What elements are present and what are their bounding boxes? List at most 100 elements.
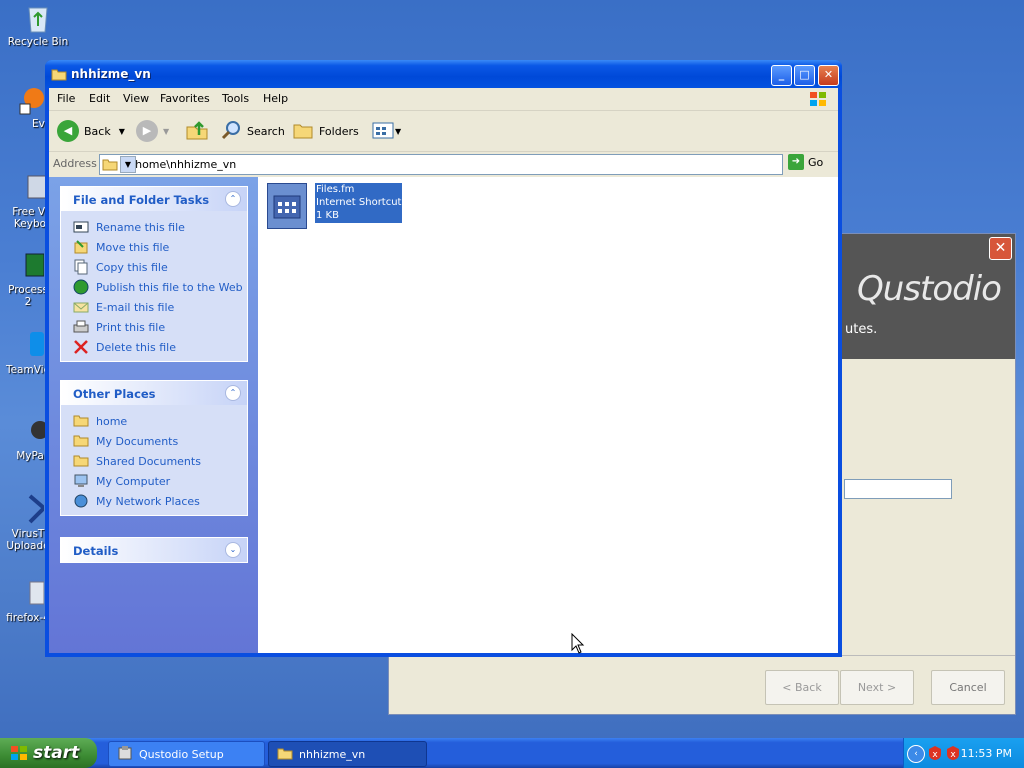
menu-favorites[interactable]: Favorites [160,92,210,105]
menu-file[interactable]: File [57,92,75,105]
security-alert-icon[interactable]: x [927,745,943,764]
task-email[interactable]: E-mail this file [73,297,247,317]
place-my-documents[interactable]: My Documents [73,431,247,451]
explorer-body: File Edit View Favorites Tools Help ◀ Ba… [49,88,838,654]
menu-view[interactable]: View [123,92,149,105]
menu-help[interactable]: Help [263,92,288,105]
folder-icon [73,433,89,449]
tray-expand-icon[interactable]: ‹ [907,745,925,763]
start-button[interactable]: start [0,738,97,768]
task-label: nhhizme_vn [299,747,366,761]
views-button[interactable]: ▼ [371,119,401,143]
task-rename[interactable]: Rename this file [73,217,247,237]
place-home[interactable]: home [73,411,247,431]
search-button[interactable]: Search [221,119,285,143]
mypa-icon [14,416,49,448]
panel-title: Other Places [73,387,156,401]
file-info: Files.fm Internet Shortcut 1 KB [315,183,403,223]
windows-logo-icon [10,745,28,766]
place-label: Shared Documents [96,454,201,468]
task-publish[interactable]: Publish this file to the Web [73,277,247,297]
task-label: Move this file [96,240,170,254]
address-input[interactable]: C:\home\nhhizme_vn ▼ [99,154,783,175]
go-button[interactable]: ➜ Go [788,154,823,170]
back-arrow-icon: ◀ [57,120,79,142]
windows-logo-icon [808,90,828,111]
qustodio-input-field[interactable] [844,479,952,499]
mouse-cursor-icon [571,632,585,658]
back-nav-button[interactable]: ◀ Back ▼ [57,119,125,143]
menu-tools[interactable]: Tools [222,92,249,105]
task-qustodio-setup[interactable]: Qustodio Setup [108,741,265,767]
up-folder-button[interactable] [185,119,209,143]
clock: 11:53 PM [960,747,1012,760]
process-icon [12,250,45,282]
other-places-panel: Other Places ⌃ home My Documents Shared … [60,380,248,516]
panel-title: File and Folder Tasks [73,193,210,207]
file-item[interactable]: Files.fm Internet Shortcut 1 KB [267,183,403,229]
task-explorer[interactable]: nhhizme_vn [268,741,427,767]
file-name: Files.fm [316,184,355,195]
globe-icon [73,279,89,295]
forward-nav-button[interactable]: ▶ ▼ [136,119,169,143]
folder-icon [73,453,89,469]
firefox-icon [12,578,45,610]
qustodio-close-button[interactable]: ✕ [989,237,1012,260]
back-button[interactable]: < Back [765,670,839,705]
task-label: Copy this file [96,260,168,274]
collapse-icon[interactable]: ⌃ [225,191,241,207]
maximize-button[interactable]: □ [794,65,815,86]
panel-title: Details [73,544,119,558]
folders-button[interactable]: Folders [292,119,359,143]
computer-icon [73,473,89,489]
folder-icon [102,157,118,174]
task-pane: File and Folder Tasks ⌃ Rename this file… [49,177,258,653]
go-arrow-icon: ➜ [788,154,804,170]
panel-header[interactable]: Other Places ⌃ [61,381,247,405]
task-move[interactable]: Move this file [73,237,247,257]
address-label: Address [53,157,97,170]
toolbar: ◀ Back ▼ ▶ ▼ Search Folders ▼ [49,111,838,152]
collapse-icon[interactable]: ⌃ [225,385,241,401]
teamviewer-icon [12,330,44,362]
expand-icon[interactable]: ⌄ [225,542,241,558]
close-button[interactable]: ✕ [818,65,839,86]
menu-bar: File Edit View Favorites Tools Help [49,88,838,111]
security-shield-icon[interactable]: x [945,745,961,764]
task-copy[interactable]: Copy this file [73,257,247,277]
task-print[interactable]: Print this file [73,317,247,337]
dropdown-arrow-icon[interactable]: ▼ [120,156,136,173]
explorer-title-bar[interactable]: nhhizme_vn _ □ ✕ [45,60,842,88]
menu-edit[interactable]: Edit [89,92,110,105]
window-title: nhhizme_vn [71,67,151,81]
place-my-computer[interactable]: My Computer [73,471,247,491]
next-button[interactable]: Next > [840,670,914,705]
copy-icon [73,259,89,275]
address-bar: Address C:\home\nhhizme_vn ▼ ➜ Go [49,152,838,176]
task-delete[interactable]: Delete this file [73,337,247,357]
desktop-icon-recycle-bin[interactable]: Recycle Bin [0,2,76,48]
task-label: Print this file [96,320,166,334]
file-list: Files.fm Internet Shortcut 1 KB [258,177,838,654]
place-label: My Network Places [96,494,200,508]
panel-header[interactable]: File and Folder Tasks ⌃ [61,187,247,211]
minimize-button[interactable]: _ [771,65,792,86]
cancel-button[interactable]: Cancel [931,670,1005,705]
system-tray: ‹ x x 11:53 PM [903,738,1024,768]
panel-header[interactable]: Details ⌄ [61,538,247,562]
place-shared-documents[interactable]: Shared Documents [73,451,247,471]
qustodio-button-bar: < Back Next > Cancel [389,655,1015,714]
search-label: Search [247,124,285,138]
network-icon [73,493,89,509]
task-label: Qustodio Setup [139,747,224,761]
chevron-down-icon: ▼ [163,126,170,136]
place-my-network[interactable]: My Network Places [73,491,247,511]
internet-shortcut-icon [267,183,307,229]
email-icon [73,299,89,315]
back-label: Back [84,124,111,138]
folder-icon [73,413,89,429]
task-label: Rename this file [96,220,185,234]
task-label: Delete this file [96,340,176,354]
everything-icon [12,84,44,116]
svg-text:x: x [950,750,956,760]
